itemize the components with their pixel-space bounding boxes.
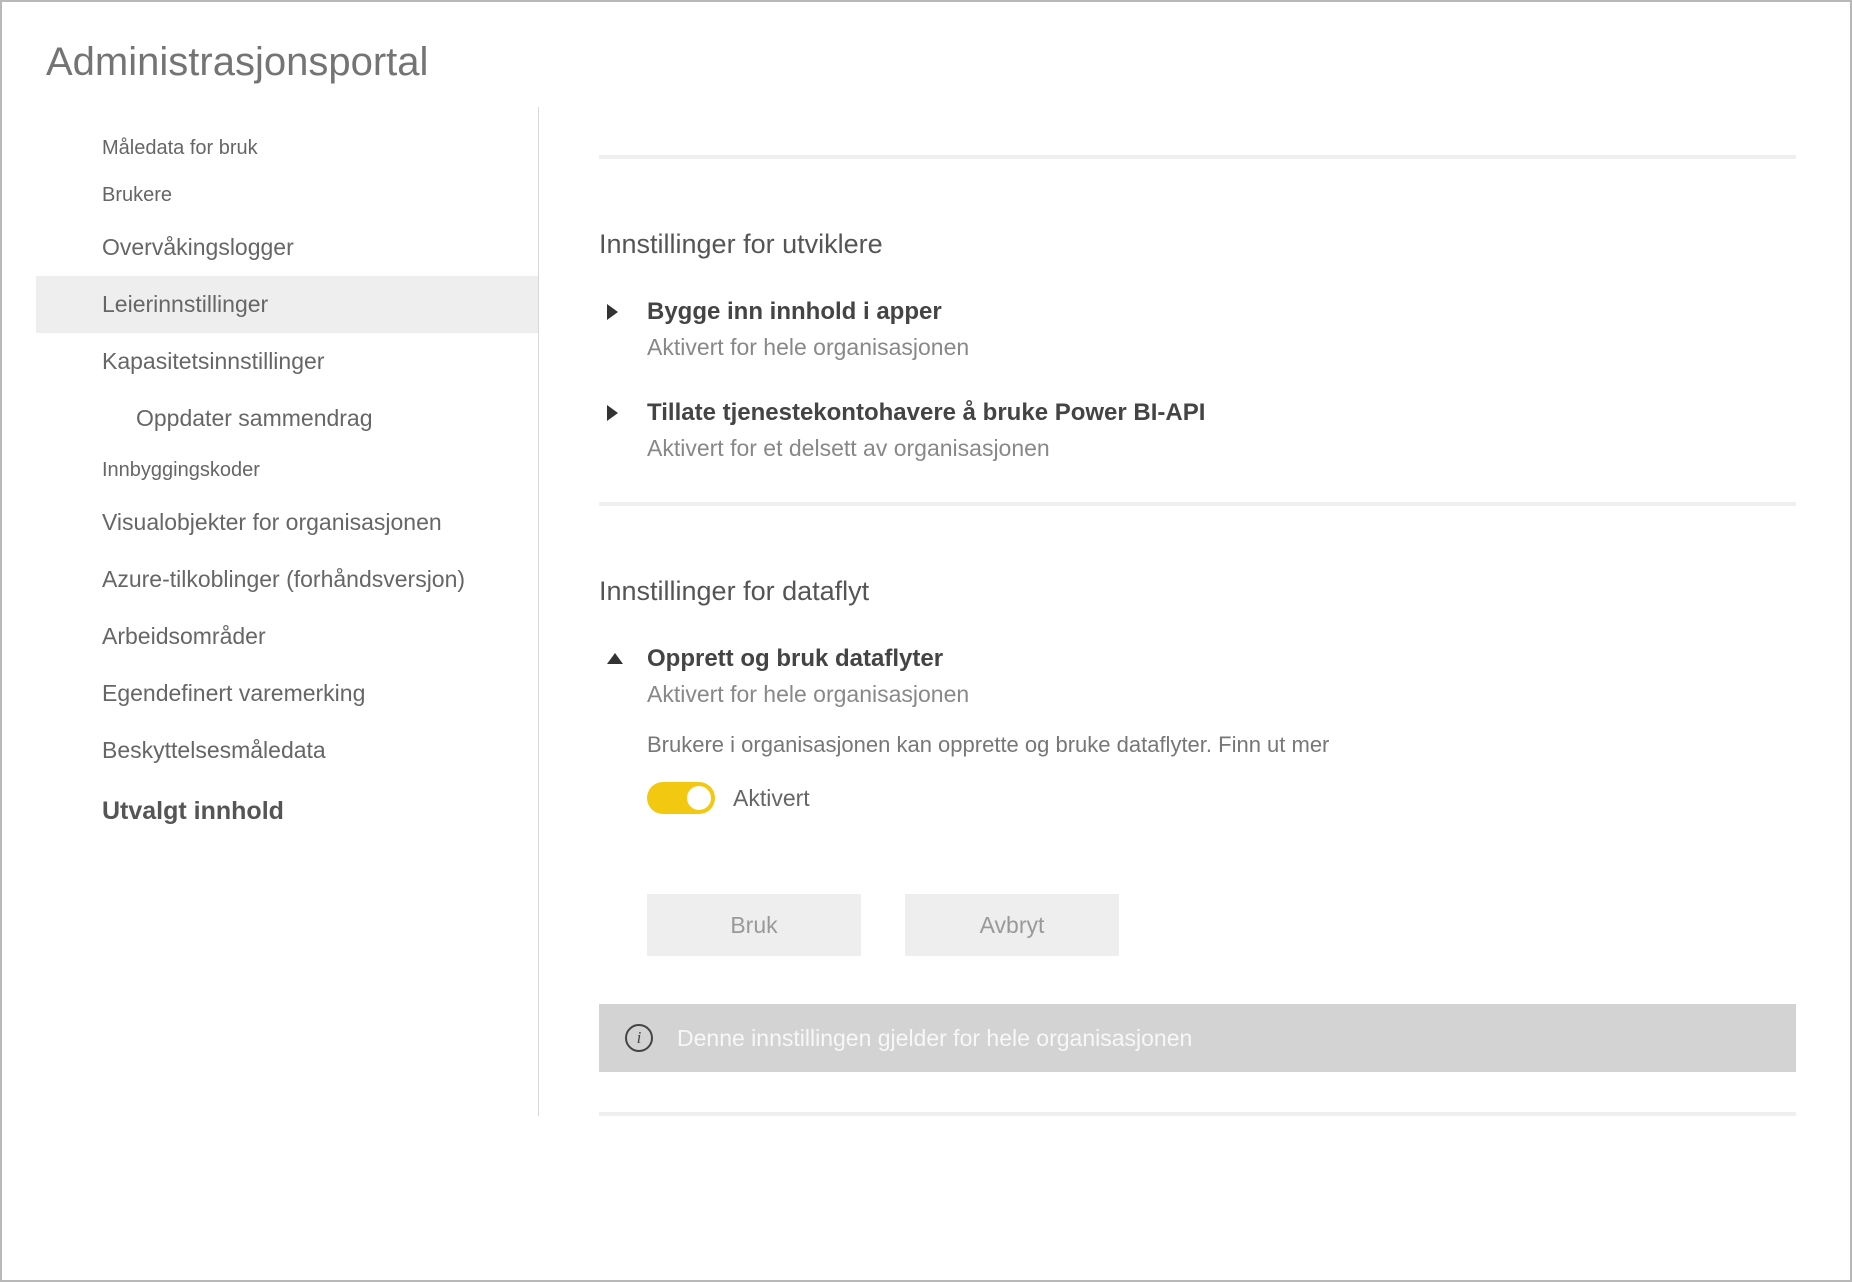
setting-title: Bygge inn innhold i apper	[647, 298, 1796, 326]
sidebar-item-audit-logs[interactable]: Overvåkingslogger	[36, 219, 538, 276]
sidebar-item-label: Kapasitetsinnstillinger	[102, 348, 324, 374]
main-content: Innstillinger for utviklere Bygge inn in…	[539, 107, 1816, 1116]
sidebar-item-users[interactable]: Brukere	[36, 172, 538, 219]
section-title-dataflow: Innstillinger for dataflyt	[599, 576, 1796, 607]
sidebar-item-label: Egendefinert varemerking	[102, 680, 365, 706]
setting-service-principals[interactable]: Tillate tjenestekontohavere å bruke Powe…	[599, 399, 1796, 462]
chevron-up-icon[interactable]	[607, 653, 623, 664]
apply-button[interactable]: Bruk	[647, 894, 861, 956]
setting-status: Aktivert for et delsett av organisasjone…	[647, 435, 1796, 462]
sidebar-item-capacity-settings[interactable]: Kapasitetsinnstillinger	[36, 333, 538, 390]
sidebar-item-azure-connections[interactable]: Azure-tilkoblinger (forhåndsversjon)	[36, 551, 538, 608]
sidebar-item-label: Måledata for bruk	[102, 137, 258, 159]
sidebar-item-embed-codes[interactable]: Innbyggingskoder	[36, 447, 538, 494]
setting-status: Aktivert for hele organisasjonen	[647, 334, 1796, 361]
sidebar-item-label: Leierinnstillinger	[102, 291, 268, 317]
info-banner: i Denne innstillingen gjelder for hele o…	[599, 1004, 1796, 1072]
setting-title: Opprett og bruk dataflyter	[647, 645, 1796, 673]
sidebar-item-custom-branding[interactable]: Egendefinert varemerking	[36, 665, 538, 722]
sidebar-item-usage-metrics[interactable]: Måledata for bruk	[36, 125, 538, 172]
sidebar-item-protection-metrics[interactable]: Beskyttelsesmåledata	[36, 722, 538, 779]
divider	[599, 1112, 1796, 1116]
divider	[599, 155, 1796, 159]
setting-title: Tillate tjenestekontohavere å bruke Powe…	[647, 399, 1796, 427]
sidebar-item-label: Overvåkingslogger	[102, 234, 294, 260]
setting-create-dataflows: Opprett og bruk dataflyter Aktivert for …	[599, 645, 1796, 814]
toggle-handle	[687, 786, 711, 810]
sidebar-item-label: Innbyggingskoder	[102, 459, 260, 481]
sidebar-item-label: Azure-tilkoblinger (forhåndsversjon)	[102, 566, 465, 592]
setting-description: Brukere i organisasjonen kan opprette og…	[647, 732, 1796, 758]
cancel-button[interactable]: Avbryt	[905, 894, 1119, 956]
sidebar-item-refresh-summary[interactable]: Oppdater sammendrag	[36, 390, 538, 447]
toggle-enabled[interactable]	[647, 782, 715, 814]
sidebar-item-label: Utvalgt innhold	[102, 797, 284, 825]
page-title: Administrasjonsportal	[46, 40, 1806, 85]
sidebar-item-label: Visualobjekter for organisasjonen	[102, 509, 442, 535]
sidebar: Måledata for bruk Brukere Overvåkingslog…	[36, 107, 539, 1116]
sidebar-item-workspaces[interactable]: Arbeidsområder	[36, 608, 538, 665]
sidebar-item-org-visuals[interactable]: Visualobjekter for organisasjonen	[36, 494, 538, 551]
section-title-developers: Innstillinger for utviklere	[599, 229, 1796, 260]
sidebar-item-label: Arbeidsområder	[102, 623, 266, 649]
chevron-right-icon	[607, 405, 618, 421]
divider	[599, 502, 1796, 506]
sidebar-item-label: Beskyttelsesmåledata	[102, 737, 326, 763]
setting-embed-content[interactable]: Bygge inn innhold i apper Aktivert for h…	[599, 298, 1796, 361]
info-icon: i	[625, 1024, 653, 1052]
toggle-label: Aktivert	[733, 785, 810, 812]
chevron-right-icon	[607, 304, 618, 320]
sidebar-item-label: Oppdater sammendrag	[136, 405, 373, 431]
sidebar-item-featured-content[interactable]: Utvalgt innhold	[36, 779, 538, 841]
setting-status: Aktivert for hele organisasjonen	[647, 681, 1796, 708]
sidebar-item-tenant-settings[interactable]: Leierinnstillinger	[36, 276, 538, 333]
sidebar-item-label: Brukere	[102, 184, 172, 206]
info-text: Denne innstillingen gjelder for hele org…	[677, 1025, 1192, 1052]
